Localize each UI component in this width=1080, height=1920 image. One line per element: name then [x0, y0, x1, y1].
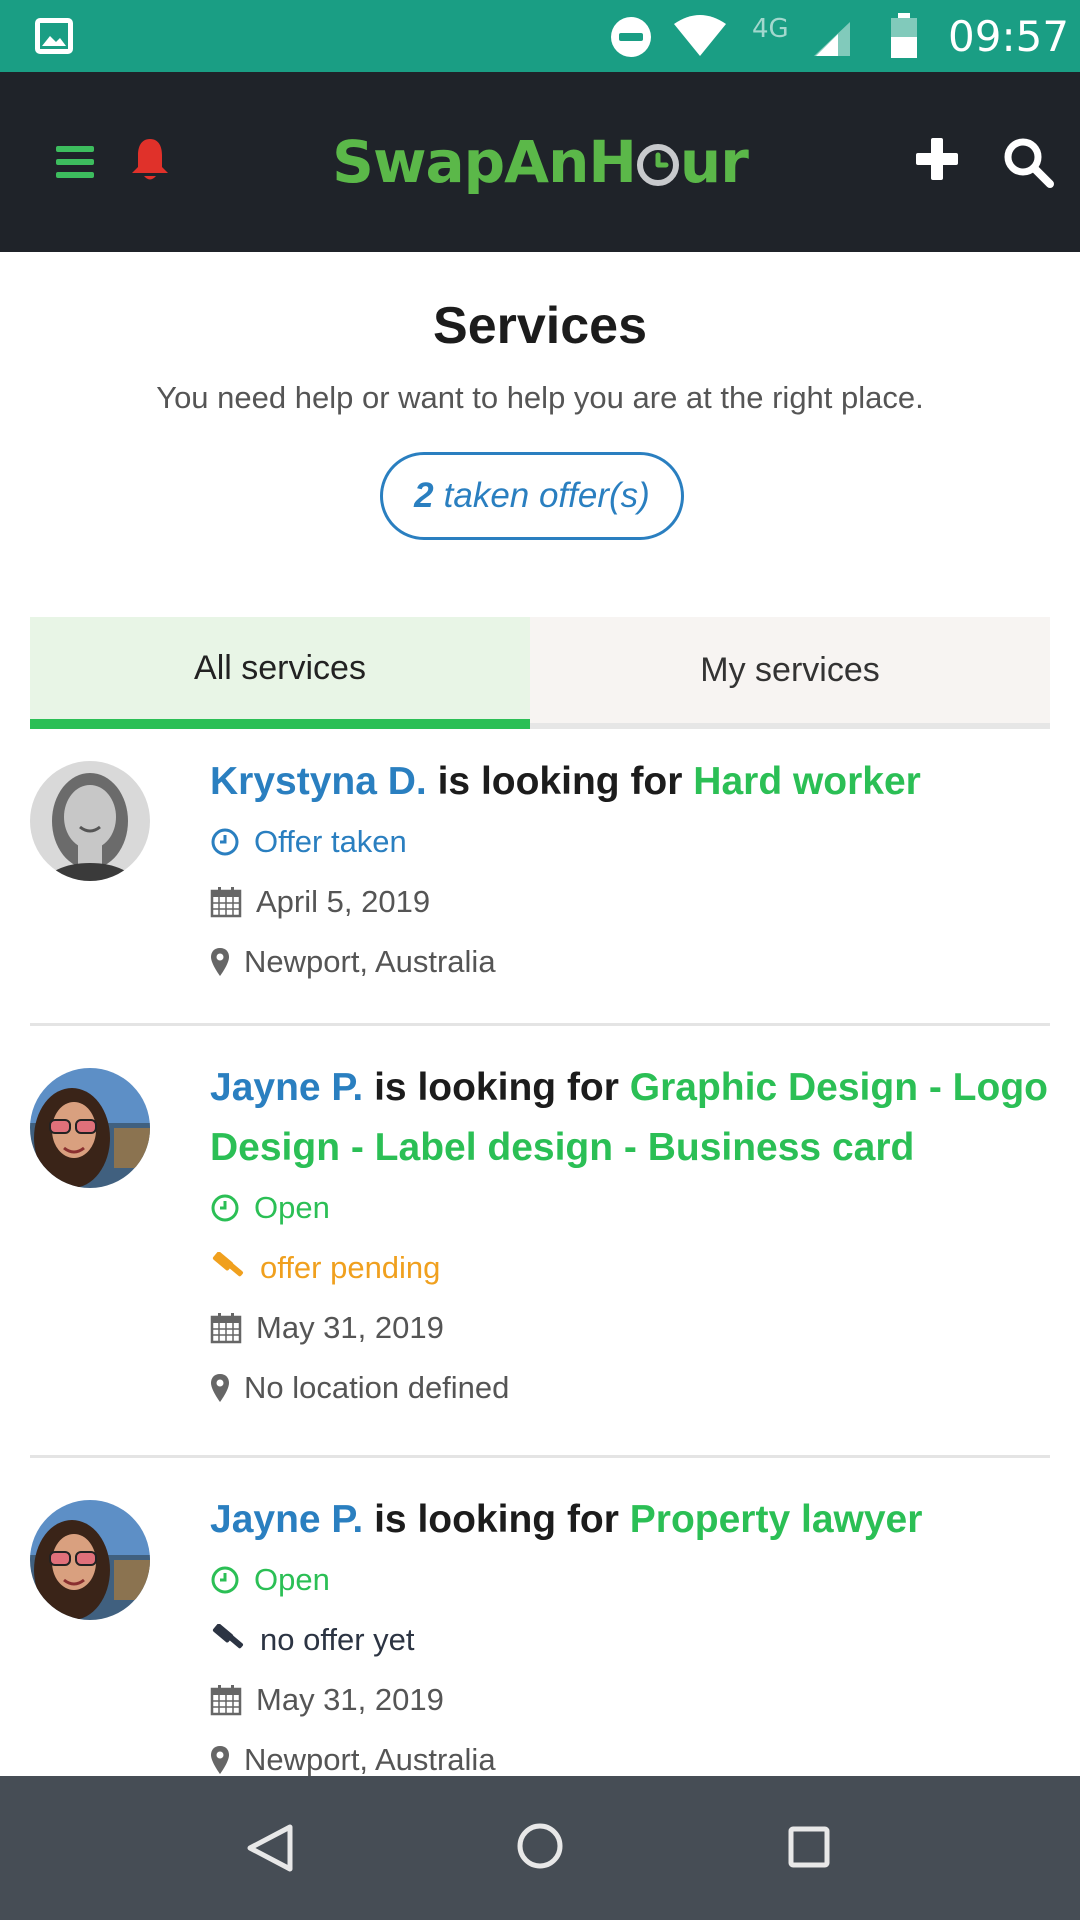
user-name-link[interactable]: Jayne P.: [210, 1066, 363, 1109]
date-label: May 31, 2019: [256, 1682, 444, 1717]
wifi-icon: [674, 15, 726, 56]
recent-apps-icon[interactable]: [788, 1826, 830, 1868]
map-pin-icon: [211, 948, 229, 976]
gavel-icon: [212, 1252, 244, 1277]
service-headline: Jayne P. is looking for Property lawyer: [210, 1490, 1050, 1550]
clock: 09:57: [948, 12, 1070, 61]
service-item[interactable]: Krystyna D. is looking for Hard worker O…: [30, 730, 1050, 1026]
headline-verb: is looking for: [374, 1498, 619, 1541]
gallery-notification-icon: [35, 18, 73, 54]
clock-icon: [211, 1566, 239, 1594]
battery-icon: [891, 13, 917, 58]
avatar[interactable]: [30, 1500, 150, 1620]
user-name-link[interactable]: Jayne P.: [210, 1498, 363, 1541]
service-headline: Krystyna D. is looking for Hard worker: [210, 752, 1050, 812]
service-headline: Jayne P. is looking for Graphic Design -…: [210, 1058, 1050, 1178]
user-name-link[interactable]: Krystyna D.: [210, 760, 427, 803]
service-tabs: All services My services: [30, 617, 1050, 729]
calendar-icon: [210, 1313, 242, 1344]
logo-part-3: ur: [679, 128, 749, 196]
offer-status-label: no offer yet: [260, 1622, 415, 1657]
page-title: Services: [433, 297, 647, 355]
status-label: Open: [254, 1190, 330, 1225]
add-service-icon[interactable]: [914, 136, 960, 182]
network-type-label: 4G: [752, 14, 789, 44]
location-label: No location defined: [244, 1370, 510, 1405]
service-title-link[interactable]: Property lawyer: [630, 1498, 923, 1541]
page-subtitle: You need help or want to help you are at…: [156, 380, 924, 415]
status-label: Offer taken: [254, 824, 407, 859]
clock-icon: [211, 1194, 239, 1222]
status-row: Open: [210, 1178, 1050, 1238]
logo-part-1: SwapAn: [332, 128, 589, 196]
avatar[interactable]: [30, 1068, 150, 1188]
logo-clock-icon: [636, 144, 679, 186]
service-item[interactable]: Jayne P. is looking for Property lawyer …: [30, 1458, 1050, 1776]
tab-my-services[interactable]: My services: [530, 617, 1050, 729]
taken-offers-button[interactable]: 2 taken offer(s): [380, 452, 684, 540]
do-not-disturb-icon: [611, 17, 651, 57]
status-label: Open: [254, 1562, 330, 1597]
clock-icon: [211, 828, 239, 856]
date-row: May 31, 2019: [210, 1298, 1050, 1358]
offer-row: no offer yet: [210, 1610, 1050, 1670]
date-row: April 5, 2019: [210, 872, 1050, 932]
location-label: Newport, Australia: [244, 1742, 496, 1776]
service-item[interactable]: Jayne P. is looking for Graphic Design -…: [30, 1026, 1050, 1458]
gavel-icon: [212, 1624, 244, 1649]
date-label: May 31, 2019: [256, 1310, 444, 1345]
avatar[interactable]: [30, 761, 150, 881]
location-row: No location defined: [210, 1358, 1050, 1418]
cell-signal-icon: [814, 22, 850, 56]
location-label: Newport, Australia: [244, 944, 496, 979]
offer-row: offer pending: [210, 1238, 1050, 1298]
status-row: Open: [210, 1550, 1050, 1610]
taken-offers-label: taken offer(s): [443, 476, 650, 515]
date-label: April 5, 2019: [256, 884, 431, 919]
location-row: Newport, Australia: [210, 1730, 1050, 1776]
date-row: May 31, 2019: [210, 1670, 1050, 1730]
calendar-icon: [210, 887, 242, 918]
map-pin-icon: [211, 1746, 229, 1774]
back-icon[interactable]: [244, 1824, 296, 1872]
logo-part-2: H: [588, 128, 637, 196]
headline-verb: is looking for: [437, 760, 683, 803]
search-icon[interactable]: [1002, 136, 1054, 188]
tab-all-services[interactable]: All services: [30, 617, 530, 729]
home-icon[interactable]: [516, 1822, 564, 1870]
status-row: Offer taken: [210, 812, 1050, 872]
taken-offers-count: 2: [414, 476, 434, 515]
offer-status-label: offer pending: [260, 1250, 441, 1285]
headline-verb: is looking for: [374, 1066, 619, 1109]
service-title-link[interactable]: Hard worker: [693, 760, 921, 803]
status-bar: 4G 09:57: [0, 0, 1080, 72]
map-pin-icon: [211, 1374, 229, 1402]
location-row: Newport, Australia: [210, 932, 1050, 992]
calendar-icon: [210, 1685, 242, 1716]
service-list: Krystyna D. is looking for Hard worker O…: [30, 730, 1050, 1776]
